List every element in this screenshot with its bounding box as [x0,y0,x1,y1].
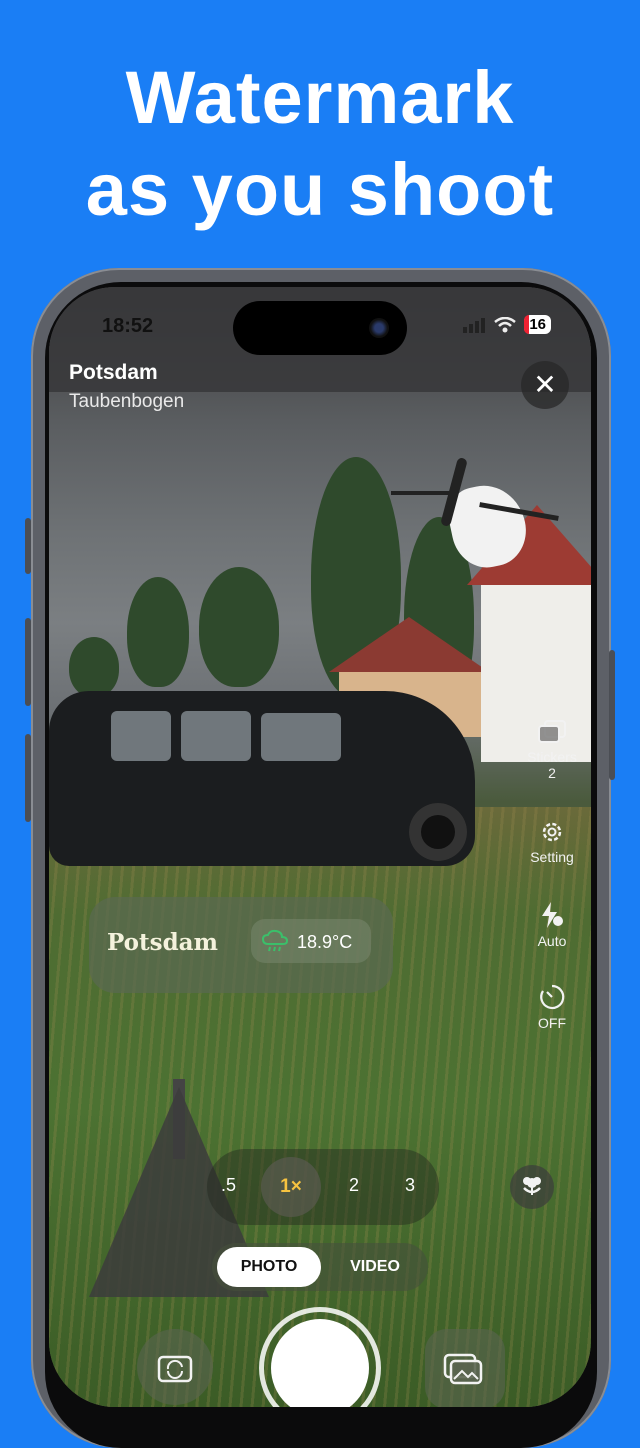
shutter-button[interactable] [271,1319,369,1407]
status-time: 18:52 [102,315,154,337]
battery-indicator: 16 [524,315,551,334]
zoom-option-2[interactable]: 2 [349,1175,359,1196]
side-button-volume-down [25,734,31,822]
close-button[interactable]: ✕ [521,361,569,409]
mode-video[interactable]: VIDEO [328,1247,422,1287]
tree [69,637,119,697]
front-camera [369,318,389,338]
headline: Watermark as you shoot [0,52,640,236]
macro-button[interactable] [510,1165,554,1209]
flash-label: Auto [537,933,567,949]
side-button-action [25,518,31,574]
flash-auto-icon [542,902,563,928]
timer-icon [540,984,565,1010]
gear-icon [542,822,562,842]
status-icons: 16 [462,315,551,334]
watermark-temperature: 18.9°C [297,932,353,952]
watermark-city: Potsdam [107,929,218,956]
flash-button[interactable]: Auto [512,901,591,949]
location-city[interactable]: Potsdam [69,361,158,385]
rain-cloud-icon [261,929,289,952]
wifi-icon [494,316,517,332]
camera-flip-icon [157,1355,193,1383]
camera-viewfinder[interactable] [49,287,591,1407]
setting-button[interactable]: Setting [512,819,591,865]
timer-button[interactable]: OFF [512,983,591,1031]
gallery-icon [443,1353,483,1385]
side-button-volume-up [25,618,31,706]
camera-screen: 18:52 16 Potsdam Taubenbogen ✕ Potsdam 1… [49,287,591,1407]
zoom-option-0.5[interactable]: .5 [221,1175,236,1196]
mode-photo[interactable]: PHOTO [217,1247,321,1287]
zoom-option-1x[interactable]: 1× [261,1157,321,1217]
gallery-button[interactable] [425,1329,505,1407]
tree [127,577,189,687]
setting-label: Setting [530,849,574,865]
flower-icon [523,1177,541,1195]
car-window [111,711,171,761]
location-street[interactable]: Taubenbogen [69,391,184,413]
stickers-count: 2 [548,765,556,781]
stickers-icon [538,720,566,743]
zoom-option-3[interactable]: 3 [405,1175,415,1196]
capture-mode-switch: PHOTO VIDEO [212,1243,428,1291]
watermark-weather: 18.9°C [251,919,371,963]
tree [199,567,279,687]
car [49,691,475,866]
car-window [261,713,341,761]
cellular-signal-icon [463,317,486,333]
dynamic-island [233,301,407,355]
flip-camera-button[interactable] [137,1329,213,1405]
top-bar: 18:52 16 Potsdam [49,287,591,392]
stickers-button[interactable]: Stickers 2 [512,719,591,781]
zoom-selector: .5 1× 2 3 [207,1149,439,1225]
close-icon: ✕ [533,369,557,400]
car-window [181,711,251,761]
sticker-dancer-arm [391,491,453,495]
headline-line-1: Watermark [125,56,515,139]
timer-label: OFF [538,1015,566,1031]
house-roof [329,617,489,672]
side-button-power [609,650,615,780]
headline-line-2: as you shoot [85,148,555,231]
stickers-label: Stickers [527,749,577,765]
car-wheel [409,803,467,861]
watermark-card[interactable]: Potsdam 18.9°C [89,897,393,993]
